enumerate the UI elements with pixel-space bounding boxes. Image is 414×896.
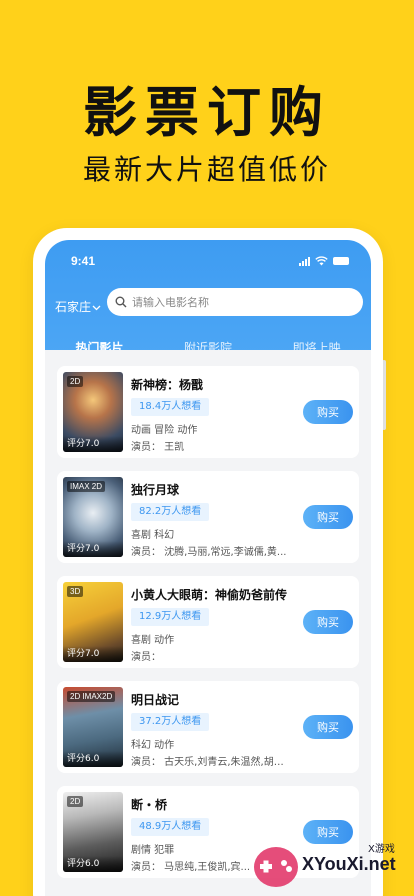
want-count: 82.2万人想看: [131, 503, 210, 521]
movie-genre: 科幻 动作: [131, 740, 175, 751]
format-badge: 2D: [67, 796, 84, 807]
gamepad-logo-icon: [254, 847, 298, 887]
movie-list: 2D 评分7.0 新神榜：杨戬 18.4万人想看 动画 冒险 动作 演员： 王凯…: [45, 350, 371, 896]
movie-genre: 动画 冒险 动作: [131, 425, 198, 436]
score-label: 评分6.0: [63, 751, 123, 767]
movie-actors: 演员： 王凯: [131, 442, 185, 453]
movie-card[interactable]: 3D 评分7.0 小黄人大眼萌：神偷奶爸前传 12.9万人想看 喜剧 动作 演员…: [57, 576, 359, 668]
site-watermark: X游戏 XYouXi.net: [250, 838, 414, 896]
score-label: 评分7.0: [63, 541, 123, 557]
status-icons: [299, 256, 349, 266]
buy-button[interactable]: 购买: [303, 505, 353, 529]
chevron-down-icon: [92, 305, 101, 310]
city-label: 石家庄: [55, 300, 92, 314]
status-time: 9:41: [71, 254, 96, 268]
battery-icon: [333, 257, 349, 265]
movie-poster[interactable]: 2D IMAX2D 评分6.0: [63, 687, 123, 767]
phone-frame: 9:41 石家庄 热门影片 附近影院 即将上映: [33, 228, 383, 896]
movie-genre: 喜剧 科幻: [131, 530, 175, 541]
watermark-small-text: X游戏: [368, 844, 395, 855]
movie-genre: 喜剧 动作: [131, 635, 175, 646]
score-label: 评分7.0: [63, 646, 123, 662]
promo-title: 影票订购: [83, 81, 331, 144]
movie-card[interactable]: 2D 评分7.0 新神榜：杨戬 18.4万人想看 动画 冒险 动作 演员： 王凯…: [57, 366, 359, 458]
movie-title[interactable]: 新神榜：杨戬: [131, 376, 203, 393]
movie-title[interactable]: 独行月球: [131, 481, 179, 498]
format-badge: IMAX 2D: [67, 481, 106, 492]
want-count: 37.2万人想看: [131, 713, 210, 731]
want-count: 18.4万人想看: [131, 398, 210, 416]
search-input[interactable]: [132, 295, 342, 309]
format-badge: 2D: [67, 376, 84, 387]
movie-card[interactable]: IMAX 2D 评分7.0 独行月球 82.2万人想看 喜剧 科幻 演员： 沈腾…: [57, 471, 359, 563]
movie-poster[interactable]: 3D 评分7.0: [63, 582, 123, 662]
city-selector[interactable]: 石家庄: [55, 298, 101, 315]
movie-title[interactable]: 小黄人大眼萌：神偷奶爸前传: [131, 586, 287, 603]
movie-actors: 演员：: [131, 652, 161, 663]
score-label: 评分6.0: [63, 856, 123, 872]
movie-title[interactable]: 断・桥: [131, 796, 167, 813]
signal-icon: [299, 256, 310, 266]
movie-poster[interactable]: 2D 评分7.0: [63, 372, 123, 452]
search-icon: [115, 296, 127, 308]
watermark-text: XYouXi.net: [302, 854, 396, 874]
movie-actors: 演员： 古天乐,刘青云,朱温然,胡子...: [131, 757, 291, 768]
buy-button[interactable]: 购买: [303, 610, 353, 634]
buy-button[interactable]: 购买: [303, 715, 353, 739]
want-count: 48.9万人想看: [131, 818, 210, 836]
search-box[interactable]: [107, 288, 363, 316]
movie-title[interactable]: 明日战记: [131, 691, 179, 708]
promo-subtitle: 最新大片超值低价: [82, 153, 331, 186]
wifi-icon: [315, 256, 328, 266]
want-count: 12.9万人想看: [131, 608, 210, 626]
movie-card[interactable]: 2D IMAX2D 评分6.0 明日战记 37.2万人想看 科幻 动作 演员： …: [57, 681, 359, 773]
movie-genre: 剧情 犯罪: [131, 845, 175, 856]
movie-poster[interactable]: IMAX 2D 评分7.0: [63, 477, 123, 557]
format-badge: 2D IMAX2D: [67, 691, 116, 702]
movie-poster[interactable]: 2D 评分6.0: [63, 792, 123, 872]
format-badge: 3D: [67, 586, 84, 597]
buy-button[interactable]: 购买: [303, 400, 353, 424]
score-label: 评分7.0: [63, 436, 123, 452]
movie-actors: 演员： 沈腾,马丽,常远,李诚儒,黄...: [131, 547, 287, 558]
